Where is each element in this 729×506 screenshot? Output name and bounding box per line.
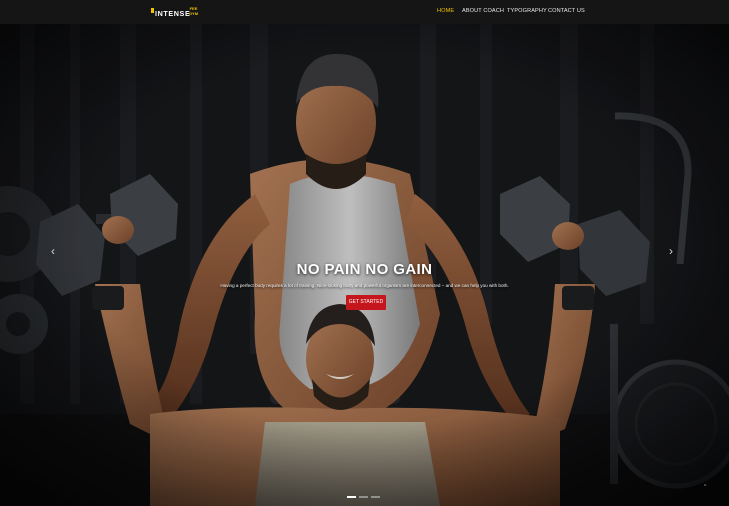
carousel-indicator[interactable] xyxy=(347,496,356,498)
carousel-indicator[interactable] xyxy=(371,496,380,498)
carousel-prev-button[interactable]: ‹ xyxy=(51,245,55,257)
nav-about-coach[interactable]: ABOUT COACH xyxy=(462,8,504,14)
chevron-right-icon: › xyxy=(669,244,673,258)
carousel-indicator[interactable] xyxy=(359,496,368,498)
hero-headline: NO PAIN NO GAIN xyxy=(296,261,433,278)
brand-name: INTENSE xyxy=(155,9,191,18)
badge-line-2: GYM xyxy=(188,10,199,16)
chevron-up-icon: ˆ xyxy=(704,485,707,492)
nav-contact-us[interactable]: CONTACT US xyxy=(548,8,585,14)
nav-typography[interactable]: TYPOGRAPHY xyxy=(507,8,547,14)
brand-badge: FEE GYM xyxy=(188,6,199,16)
logo-mark xyxy=(151,8,154,13)
get-started-button[interactable]: GET STARTED xyxy=(346,295,386,310)
top-navbar: INTENSE FEE GYM HOME ABOUT COACH TYPOGRA… xyxy=(0,0,729,24)
carousel-next-button[interactable]: › xyxy=(669,245,673,257)
hero-subtext: Having a perfect body requires a lot of … xyxy=(220,283,509,288)
back-to-top-button[interactable]: ˆ xyxy=(704,485,706,492)
hero-carousel: ‹ › NO PAIN NO GAIN Having a perfect bod… xyxy=(0,24,729,506)
chevron-left-icon: ‹ xyxy=(51,244,55,258)
nav-home[interactable]: HOME xyxy=(437,8,454,14)
